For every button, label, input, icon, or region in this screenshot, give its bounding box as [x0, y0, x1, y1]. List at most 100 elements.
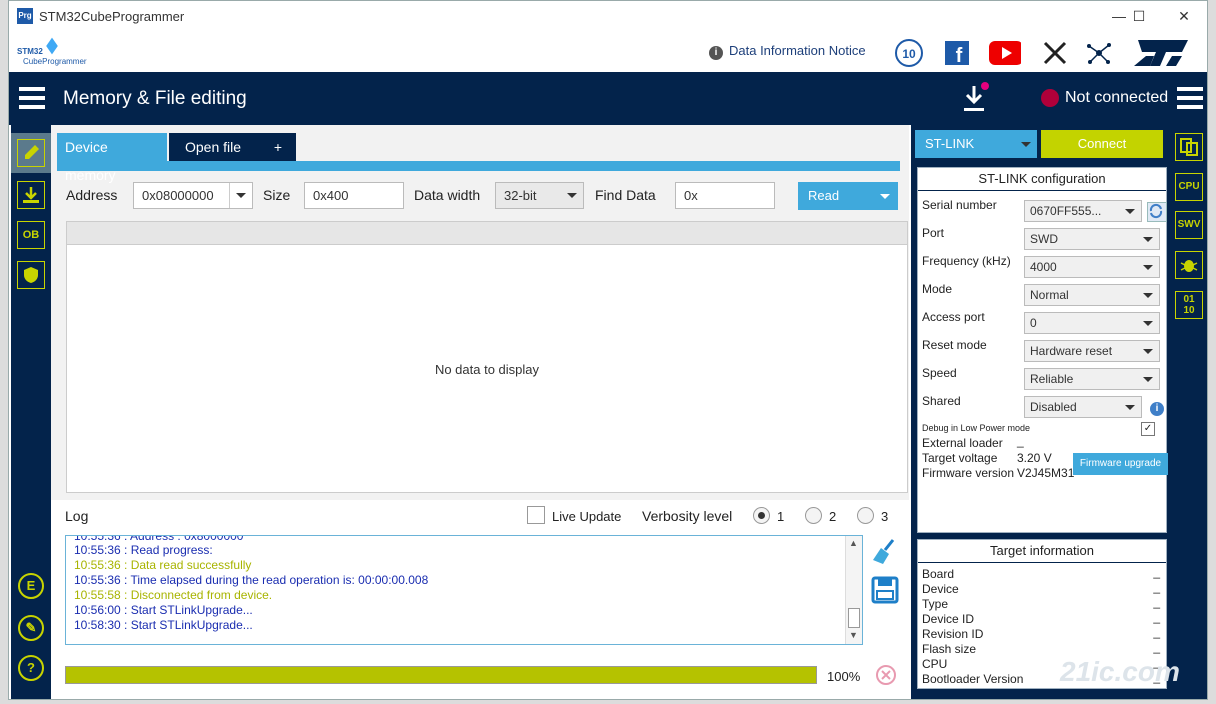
settings-icon[interactable]: ✎ [18, 615, 44, 641]
target-value: _ [1153, 595, 1160, 609]
read-button[interactable]: Read [798, 182, 898, 210]
address-combo[interactable]: 0x08000000 [133, 182, 253, 209]
target-voltage-label: Target voltage [922, 451, 998, 465]
log-line: 10:55:36 : Data read successfully [74, 558, 252, 572]
target-voltage-value: 3.20 V [1017, 451, 1052, 465]
cpu-icon[interactable]: CPU [1175, 173, 1203, 201]
right-menu-icon[interactable] [1177, 87, 1203, 109]
external-loader-value: _ [1017, 434, 1024, 448]
config-title: ST-LINK configuration [918, 168, 1166, 191]
target-label: Bootloader Version [922, 672, 1024, 686]
grid-header [67, 222, 907, 245]
security-icon[interactable] [17, 261, 45, 289]
memory-edit-icon[interactable] [17, 139, 45, 167]
bug-icon[interactable] [1175, 251, 1203, 279]
save-log-icon[interactable] [871, 576, 899, 604]
stlink-config-panel: ST-LINK configuration Serial number 0670F… [917, 167, 1168, 533]
status-dot-icon [1041, 89, 1059, 107]
config-select[interactable]: 0670FF555... [1024, 200, 1142, 222]
connect-button[interactable]: Connect [1041, 130, 1163, 158]
progress-percent: 100% [827, 669, 861, 684]
el-loader-icon[interactable]: E [18, 573, 44, 599]
binary-icon[interactable]: 01 10 [1175, 291, 1203, 319]
x-icon[interactable] [1039, 38, 1071, 68]
anniversary-badge-icon[interactable]: 10 [893, 38, 925, 68]
config-select[interactable]: 4000 [1024, 256, 1160, 278]
cube-icon [46, 37, 58, 55]
live-update-checkbox[interactable] [527, 506, 545, 524]
cancel-icon[interactable] [875, 664, 897, 686]
svg-text:f: f [956, 45, 963, 65]
target-value: _ [1153, 610, 1160, 624]
maximize-button[interactable]: ☐ [1119, 5, 1159, 27]
log-output[interactable]: 10:55:36 : Address : 0x8000000 10:55:36 … [65, 535, 863, 645]
config-select[interactable]: Reliable [1024, 368, 1160, 390]
refresh-icon[interactable] [1147, 202, 1167, 222]
firmware-version-value: V2J45M31 [1017, 466, 1075, 480]
clear-log-icon[interactable] [871, 538, 899, 566]
data-width-select[interactable]: 32-bit [495, 182, 584, 209]
swv-icon[interactable]: SWV [1175, 211, 1203, 239]
info-icon: i [709, 46, 723, 60]
menu-icon[interactable] [19, 87, 45, 109]
verbosity-radio-3[interactable] [857, 507, 874, 524]
info-icon[interactable]: i [1150, 402, 1164, 416]
target-label: Device [922, 582, 959, 596]
verbosity-label: Verbosity level [642, 508, 733, 524]
config-label: Serial number [922, 198, 997, 212]
youtube-icon[interactable] [989, 38, 1021, 68]
brand-bar: STM32 CubeProgrammer i Data Information N… [9, 33, 1207, 72]
tab-device-memory[interactable]: Device memory [57, 133, 167, 183]
empty-message: No data to display [434, 362, 540, 377]
config-label: Mode [922, 282, 953, 296]
config-label: Shared [922, 394, 961, 408]
verbosity-radio-2[interactable] [805, 507, 822, 524]
verbosity-label-3: 3 [881, 509, 889, 524]
chevron-down-icon [880, 194, 890, 199]
target-value: _ [1153, 625, 1160, 639]
find-data-input[interactable]: 0x [675, 182, 775, 209]
chevron-down-icon[interactable] [561, 183, 583, 208]
header-bar: Memory & File editing Not connected [9, 72, 1207, 125]
connection-panel: ST-LINK Connect ST-LINK configuration Se… [911, 125, 1169, 699]
file-compare-icon[interactable] [1175, 133, 1203, 161]
firmware-upgrade-button[interactable]: Firmware upgrade [1073, 453, 1168, 475]
config-select[interactable]: Normal [1024, 284, 1160, 306]
chevron-down-icon [1143, 349, 1153, 354]
data-width-label: Data width [414, 187, 481, 203]
chevron-down-icon[interactable] [229, 183, 252, 208]
st-logo-icon[interactable] [1131, 38, 1191, 68]
memory-grid: No data to display [66, 221, 908, 493]
debug-low-power-checkbox[interactable]: ✓ [1141, 422, 1155, 436]
size-input[interactable]: 0x400 [304, 182, 404, 209]
config-select[interactable]: Hardware reset [1024, 340, 1160, 362]
facebook-icon[interactable]: f [941, 38, 973, 68]
close-button[interactable]: ✕ [1164, 5, 1204, 27]
watermark: 21ic.com [1060, 656, 1180, 687]
firmware-version-label: Firmware version [922, 466, 1015, 480]
log-scrollbar[interactable]: ▲ ▼ [845, 536, 862, 644]
chevron-down-icon [1143, 265, 1153, 270]
tab-open-file[interactable]: Open file [169, 133, 265, 161]
config-label: Speed [922, 366, 957, 380]
target-info-title: Target information [918, 540, 1166, 563]
network-icon[interactable] [1083, 38, 1115, 68]
tab-add[interactable]: + [260, 133, 296, 161]
chevron-down-icon [1143, 237, 1153, 242]
verbosity-radio-1[interactable] [753, 507, 770, 524]
option-bytes-icon[interactable]: OB [17, 221, 45, 249]
chevron-down-icon [1125, 405, 1135, 410]
data-notice-link[interactable]: i Data Information Notice [709, 43, 866, 60]
log-line: 10:56:00 : Start STLinkUpgrade... [74, 603, 253, 617]
memory-panel: Device memory Open file + Address 0x0800… [51, 125, 909, 699]
config-select[interactable]: SWD [1024, 228, 1160, 250]
download-icon[interactable] [961, 82, 989, 114]
interface-select[interactable]: ST-LINK [915, 130, 1037, 158]
erase-program-icon[interactable] [17, 181, 45, 209]
log-title: Log [65, 508, 89, 524]
config-select[interactable]: Disabled [1024, 396, 1142, 418]
help-icon[interactable]: ? [18, 655, 44, 681]
config-select[interactable]: 0 [1024, 312, 1160, 334]
target-label: Type [922, 597, 949, 611]
log-line: 10:55:36 : Time elapsed during the read … [74, 573, 429, 587]
